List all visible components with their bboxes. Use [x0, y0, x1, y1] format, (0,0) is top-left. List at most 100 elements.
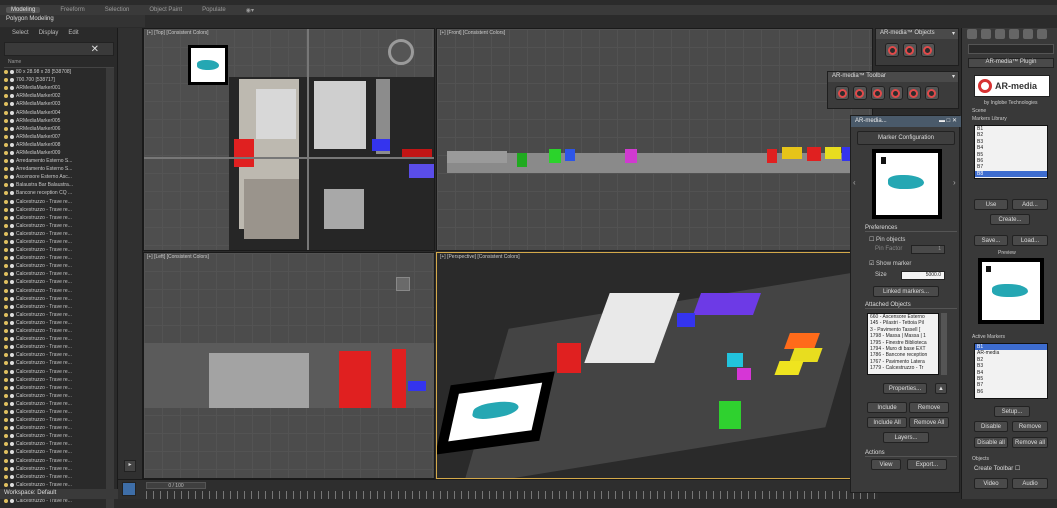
- visibility-icon[interactable]: [4, 159, 8, 164]
- list-item[interactable]: Calcestruzzo - Trave re...: [4, 238, 114, 246]
- list-item[interactable]: ARMediaMarker002: [4, 92, 114, 100]
- audio-button[interactable]: Audio: [1012, 478, 1048, 489]
- list-item[interactable]: Calcestruzzo - Trave re...: [4, 254, 114, 262]
- menu-display[interactable]: Display: [39, 30, 59, 38]
- visibility-icon[interactable]: [4, 385, 8, 390]
- ribbon-options-icon[interactable]: ◉▾: [246, 7, 254, 14]
- prev-arrow-icon[interactable]: ‹: [853, 178, 856, 187]
- visibility-icon[interactable]: [4, 482, 8, 487]
- visibility-icon[interactable]: [4, 377, 8, 382]
- list-item[interactable]: Calcestruzzo - Trave re...: [4, 198, 114, 206]
- timeline-ruler[interactable]: [146, 491, 876, 499]
- list-item[interactable]: Calcestruzzo - Trave re...: [4, 440, 114, 448]
- viewport-perspective[interactable]: [+] [Perspective] [Consistent Colors]: [436, 252, 873, 479]
- visibility-icon[interactable]: [4, 150, 8, 155]
- visibility-icon[interactable]: [4, 337, 8, 342]
- visibility-icon[interactable]: [4, 183, 8, 188]
- visibility-icon[interactable]: [4, 361, 8, 366]
- tab-object-paint[interactable]: Object Paint: [149, 7, 182, 13]
- viewcube-icon[interactable]: [388, 39, 414, 65]
- viewport-front[interactable]: [+] [Front] [Consistent Colors]: [436, 28, 873, 251]
- video-button[interactable]: Video: [974, 478, 1008, 489]
- tab-selection[interactable]: Selection: [105, 7, 130, 13]
- tab-populate[interactable]: Populate: [202, 7, 226, 13]
- visibility-icon[interactable]: [4, 102, 8, 107]
- visibility-icon[interactable]: [4, 426, 8, 431]
- list-item[interactable]: B6: [975, 389, 1047, 395]
- motion-icon[interactable]: [1008, 29, 1019, 39]
- list-item[interactable]: Calcestruzzo - Trave re...: [4, 214, 114, 222]
- list-item[interactable]: B8: [975, 170, 1047, 178]
- viewcube-icon[interactable]: [396, 277, 410, 291]
- visibility-icon[interactable]: [4, 223, 8, 228]
- list-item[interactable]: Arredamento Esterno S...: [4, 157, 114, 165]
- visibility-icon[interactable]: [4, 110, 8, 115]
- list-item[interactable]: Calcestruzzo - Trave re...: [4, 448, 114, 456]
- visibility-icon[interactable]: [4, 345, 8, 350]
- utilities-icon[interactable]: [1036, 29, 1047, 39]
- visibility-icon[interactable]: [4, 86, 8, 91]
- list-item[interactable]: Calcestruzzo - Trave re...: [4, 343, 114, 351]
- list-item[interactable]: Calcestruzzo - Trave re...: [4, 222, 114, 230]
- list-item[interactable]: ARMediaMarker008: [4, 141, 114, 149]
- ar-toolbar-button[interactable]: [835, 86, 849, 100]
- disable-all-button[interactable]: Disable all: [974, 437, 1008, 448]
- visibility-icon[interactable]: [4, 240, 8, 245]
- visibility-icon[interactable]: [4, 118, 8, 123]
- visibility-icon[interactable]: [4, 215, 8, 220]
- tab-modeling[interactable]: Modeling: [6, 7, 41, 13]
- list-item[interactable]: Calcestruzzo - Trave re...: [4, 335, 114, 343]
- viewport-left[interactable]: [+] [Left] [Consistent Colors]: [143, 252, 435, 479]
- pin-factor-input[interactable]: 1: [911, 245, 945, 254]
- visibility-icon[interactable]: [4, 248, 8, 253]
- markers-library-list[interactable]: B1 B2 B3 B4 B5 B6 B7 B8: [974, 125, 1048, 179]
- menu-edit[interactable]: Edit: [68, 30, 78, 38]
- list-item[interactable]: Calcestruzzo - Trave re...: [4, 278, 114, 286]
- add-button[interactable]: Add...: [1012, 199, 1048, 210]
- explorer-column-header[interactable]: Name: [4, 59, 114, 68]
- list-item[interactable]: Calcestruzzo - Trave re...: [4, 408, 114, 416]
- close-icon[interactable]: ✕: [91, 44, 99, 55]
- visibility-icon[interactable]: [4, 272, 8, 277]
- ar-toolbar-button[interactable]: [852, 86, 867, 100]
- dropdown-icon[interactable]: ▾: [952, 73, 955, 80]
- list-item[interactable]: Calcestruzzo - Trave re...: [4, 206, 114, 214]
- visibility-icon[interactable]: [4, 434, 8, 439]
- visibility-icon[interactable]: [4, 78, 8, 83]
- visibility-icon[interactable]: [4, 288, 8, 293]
- command-panel-input[interactable]: [968, 44, 1054, 54]
- explorer-scrollbar[interactable]: [106, 68, 114, 508]
- dropdown-icon[interactable]: ▾: [952, 30, 955, 37]
- window-controls-icon[interactable]: ▬ □ ✕: [939, 117, 957, 124]
- list-item[interactable]: ARMediaMarker006: [4, 125, 114, 133]
- pin-objects-checkbox[interactable]: ☐ Pin objects: [869, 236, 905, 243]
- list-item[interactable]: Calcestruzzo - Trave re...: [4, 262, 114, 270]
- visibility-icon[interactable]: [4, 499, 8, 504]
- list-item[interactable]: 80 x 28.98 x 28 [538708]: [4, 68, 114, 76]
- visibility-icon[interactable]: [4, 442, 8, 447]
- list-item[interactable]: Calcestruzzo - Trave re...: [4, 270, 114, 278]
- remove-button[interactable]: Remove: [1012, 421, 1048, 432]
- time-slider[interactable]: 0 / 100: [146, 482, 206, 489]
- show-marker-checkbox[interactable]: ☑ Show marker: [869, 260, 911, 267]
- save-button[interactable]: Save...: [974, 235, 1008, 246]
- list-item[interactable]: Calcestruzzo - Trave re...: [4, 416, 114, 424]
- list-item[interactable]: ARMediaMarker005: [4, 117, 114, 125]
- properties-button[interactable]: Properties...: [883, 383, 927, 394]
- list-item[interactable]: Calcestruzzo - Trave re...: [4, 376, 114, 384]
- visibility-icon[interactable]: [4, 329, 8, 334]
- ar-object-button[interactable]: [920, 43, 935, 57]
- list-item[interactable]: Calcestruzzo - Trave re...: [4, 287, 114, 295]
- visibility-icon[interactable]: [4, 199, 8, 204]
- attached-objects-list[interactable]: 660 - Ascensore Esterno 145 - Pilastri - …: [867, 313, 939, 375]
- list-item[interactable]: ARMediaMarker001: [4, 84, 114, 92]
- visibility-icon[interactable]: [4, 175, 8, 180]
- visibility-icon[interactable]: [4, 474, 8, 479]
- list-item[interactable]: ARMediaMarker009: [4, 149, 114, 157]
- visibility-icon[interactable]: [4, 264, 8, 269]
- list-item[interactable]: Calcestruzzo - Trave re...: [4, 457, 114, 465]
- workspace-selector[interactable]: Workspace: Default: [0, 489, 118, 499]
- disable-button[interactable]: Disable: [974, 421, 1008, 432]
- remove-button[interactable]: Remove: [909, 402, 949, 413]
- list-item[interactable]: Calcestruzzo - Trave re...: [4, 359, 114, 367]
